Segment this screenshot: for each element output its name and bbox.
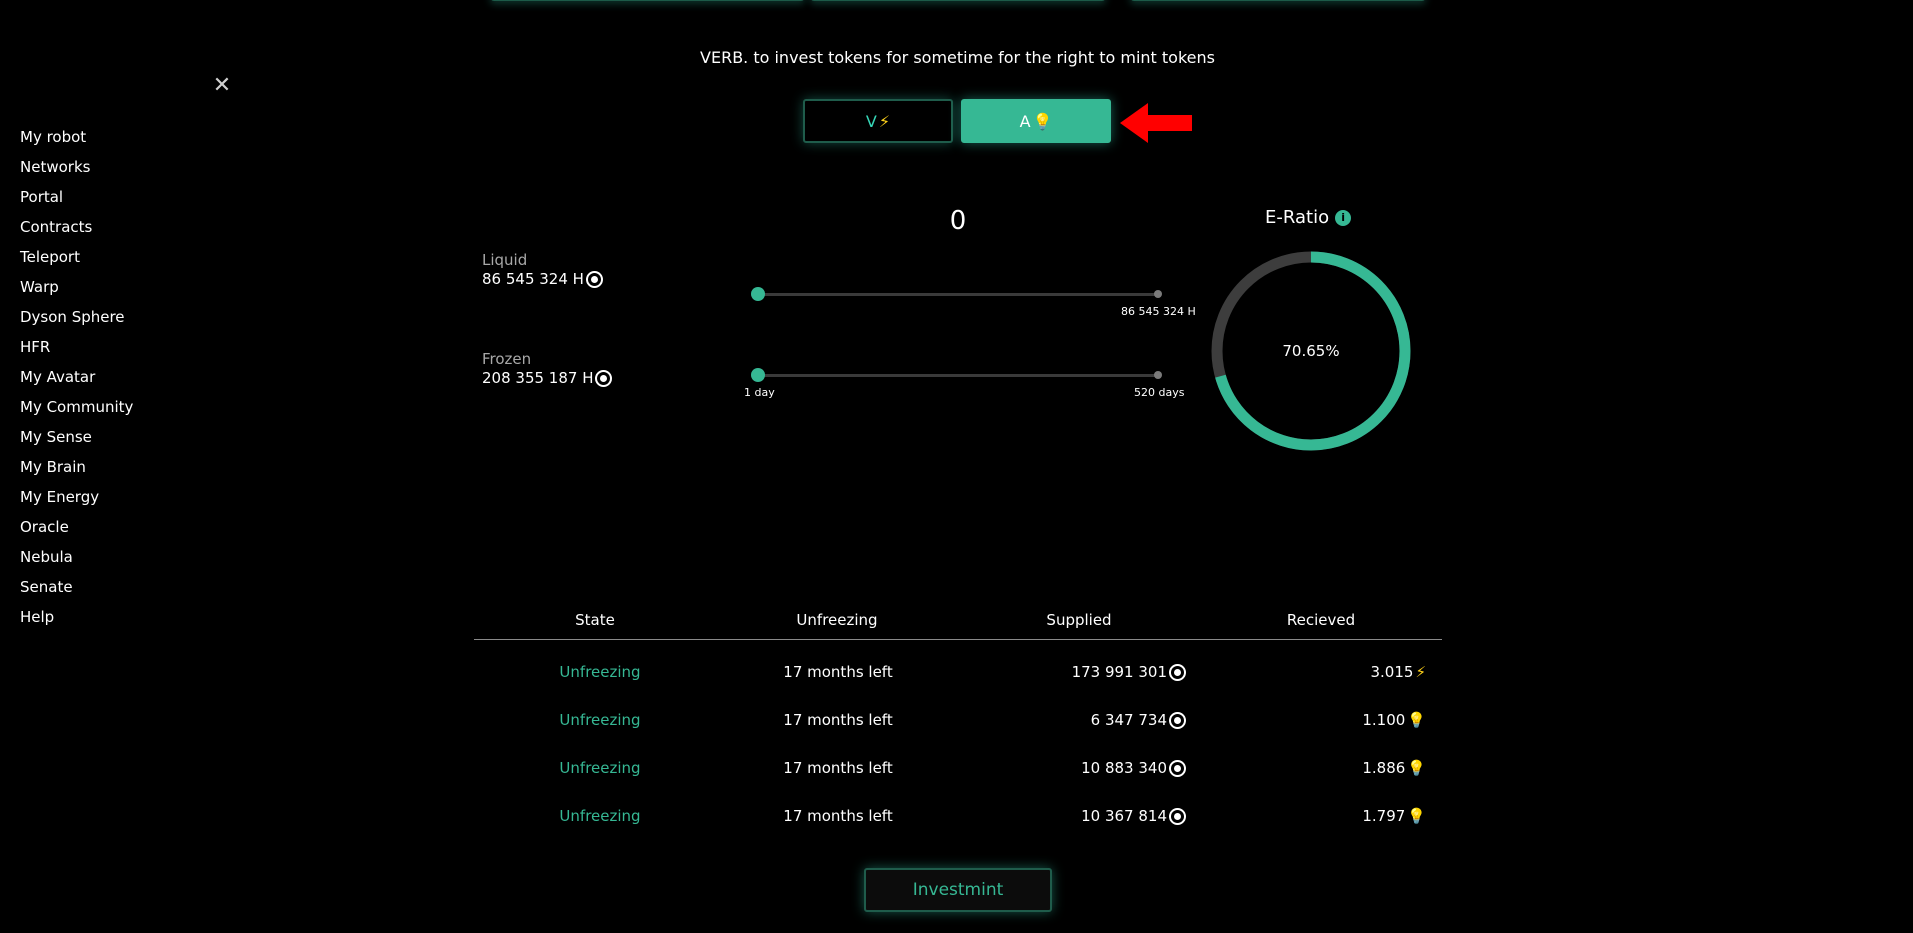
lightbulb-icon: 💡 <box>1407 711 1426 729</box>
lightning-icon: ⚡ <box>1415 663 1426 681</box>
page-description: VERB. to invest tokens for sometime for … <box>700 48 1215 67</box>
tab-a-label: A <box>1019 111 1031 131</box>
period-slider-track <box>758 374 1158 377</box>
sidebar-item-hfr[interactable]: HFR <box>20 332 133 362</box>
token-icon <box>595 369 613 387</box>
sidebar-item-my-community[interactable]: My Community <box>20 392 133 422</box>
amount-slider-track <box>758 293 1158 296</box>
sidebar: My robot Networks Portal Contracts Telep… <box>20 122 133 632</box>
sidebar-item-oracle[interactable]: Oracle <box>20 512 133 542</box>
token-icon <box>1169 663 1186 681</box>
sidebar-item-my-energy[interactable]: My Energy <box>20 482 133 512</box>
supplied-cell: 10 883 340 <box>954 759 1194 777</box>
lightbulb-icon: 💡 <box>1407 759 1426 777</box>
unfreezing-cell: 17 months left <box>783 663 893 681</box>
e-ratio-value: 70.65% <box>1282 342 1340 360</box>
period-slider-max: 520 days <box>1134 386 1185 399</box>
liquid-label: Liquid <box>482 251 528 269</box>
received-value: 1.886 <box>1362 759 1406 777</box>
unfreezing-cell: 17 months left <box>783 759 893 777</box>
token-icon <box>1169 807 1186 825</box>
e-ratio-label: E-Ratio <box>1265 207 1330 228</box>
received-cell: 1.100 💡 <box>1194 711 1442 729</box>
page: ✕ My robot Networks Portal Contracts Tel… <box>0 0 1913 933</box>
sidebar-item-help[interactable]: Help <box>20 602 133 632</box>
liquid-balance: 86 545 324 H <box>482 270 603 288</box>
column-header-received: Recieved <box>1286 611 1356 629</box>
liquid-value: 86 545 324 H <box>482 270 584 288</box>
sidebar-item-dyson-sphere[interactable]: Dyson Sphere <box>20 302 133 332</box>
received-cell: 1.886 💡 <box>1194 759 1442 777</box>
investmint-button[interactable]: Investmint <box>864 868 1052 912</box>
column-header-supplied: Supplied <box>1046 611 1112 629</box>
token-icon <box>585 270 603 288</box>
top-card-3[interactable] <box>1130 0 1426 1</box>
e-ratio-title: E-Ratio i <box>1265 207 1352 228</box>
supplied-cell: 6 347 734 <box>954 711 1194 729</box>
token-icon <box>1169 711 1186 729</box>
supplied-cell: 173 991 301 <box>954 663 1194 681</box>
unfreezing-cell: 17 months left <box>783 807 893 825</box>
amount-display: 0 <box>949 206 967 236</box>
top-card-2[interactable] <box>810 0 1106 1</box>
sidebar-item-portal[interactable]: Portal <box>20 182 133 212</box>
red-arrow-icon <box>1120 103 1192 143</box>
unfreezing-cell: 17 months left <box>783 711 893 729</box>
amount-slider[interactable] <box>751 287 1162 301</box>
supplied-cell: 10 367 814 <box>954 807 1194 825</box>
sidebar-item-my-sense[interactable]: My Sense <box>20 422 133 452</box>
sidebar-item-my-brain[interactable]: My Brain <box>20 452 133 482</box>
sidebar-item-my-robot[interactable]: My robot <box>20 122 133 152</box>
period-slider[interactable] <box>751 368 1162 382</box>
state-cell: Unfreezing <box>559 759 641 777</box>
amount-slider-max: 86 545 324 H <box>1121 305 1196 318</box>
frozen-balance: 208 355 187 H <box>482 369 613 387</box>
period-slider-handle[interactable] <box>751 368 765 382</box>
lightning-icon: ⚡ <box>878 111 891 131</box>
top-card-1[interactable] <box>490 0 805 1</box>
sidebar-item-senate[interactable]: Senate <box>20 572 133 602</box>
token-icon <box>1169 759 1186 777</box>
tab-a[interactable]: A 💡 <box>961 99 1111 143</box>
sidebar-item-nebula[interactable]: Nebula <box>20 542 133 572</box>
lightbulb-icon: 💡 <box>1032 111 1053 131</box>
amount-slider-end <box>1154 290 1162 298</box>
info-icon[interactable]: i <box>1335 209 1352 226</box>
resource-tabs: V ⚡ A 💡 <box>803 99 1111 143</box>
received-cell: 3.015 ⚡ <box>1194 663 1442 681</box>
received-cell: 1.797 💡 <box>1194 807 1442 825</box>
table-row: Unfreezing 17 months left 6 347 734 1.10… <box>474 696 1442 744</box>
sidebar-item-warp[interactable]: Warp <box>20 272 133 302</box>
received-value: 1.100 <box>1362 711 1406 729</box>
close-icon[interactable]: ✕ <box>211 75 233 97</box>
supplied-value: 173 991 301 <box>1071 663 1167 681</box>
state-cell: Unfreezing <box>559 711 641 729</box>
column-header-unfreezing: Unfreezing <box>796 611 878 629</box>
period-slider-min: 1 day <box>744 386 775 399</box>
frozen-label: Frozen <box>482 350 532 368</box>
frozen-value: 208 355 187 H <box>482 369 594 387</box>
investments-table: State Unfreezing Supplied Recieved Unfre… <box>474 607 1442 840</box>
sidebar-item-teleport[interactable]: Teleport <box>20 242 133 272</box>
sidebar-item-contracts[interactable]: Contracts <box>20 212 133 242</box>
sidebar-item-networks[interactable]: Networks <box>20 152 133 182</box>
tab-v-label: V <box>865 111 877 131</box>
received-value: 1.797 <box>1362 807 1406 825</box>
table-row: Unfreezing 17 months left 10 367 814 1.7… <box>474 792 1442 840</box>
state-cell: Unfreezing <box>559 663 641 681</box>
amount-slider-handle[interactable] <box>751 287 765 301</box>
table-row: Unfreezing 17 months left 173 991 301 3.… <box>474 648 1442 696</box>
table-header: State Unfreezing Supplied Recieved <box>474 607 1442 640</box>
received-value: 3.015 <box>1370 663 1414 681</box>
sidebar-item-my-avatar[interactable]: My Avatar <box>20 362 133 392</box>
table-row: Unfreezing 17 months left 10 883 340 1.8… <box>474 744 1442 792</box>
state-cell: Unfreezing <box>559 807 641 825</box>
column-header-state: State <box>575 611 615 629</box>
supplied-value: 10 367 814 <box>1081 807 1167 825</box>
tab-v[interactable]: V ⚡ <box>803 99 953 143</box>
supplied-value: 10 883 340 <box>1081 759 1167 777</box>
lightbulb-icon: 💡 <box>1407 807 1426 825</box>
supplied-value: 6 347 734 <box>1090 711 1167 729</box>
period-slider-end <box>1154 371 1162 379</box>
